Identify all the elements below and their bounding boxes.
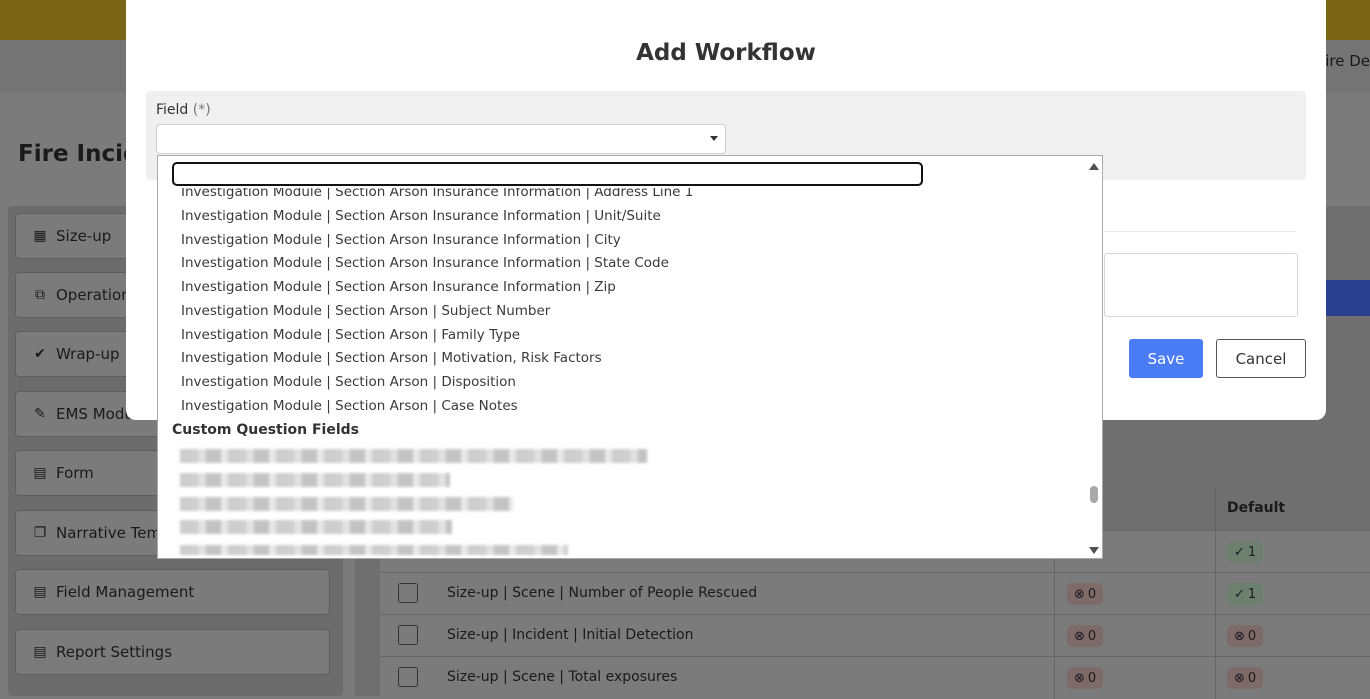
dropdown-option-redacted[interactable] [180,545,568,555]
sidebar-item-label: Operation [56,286,131,304]
dropdown-option[interactable]: Investigation Module | Section Arson Ins… [181,255,669,271]
field-label: Field (*) [156,102,211,118]
dashboard-icon: ▦ [33,228,47,244]
scroll-down-icon[interactable] [1089,547,1099,554]
dropdown-option[interactable]: Investigation Module | Section Arson | M… [181,350,602,366]
field-select[interactable] [156,124,726,154]
dropdown-option[interactable]: Investigation Module | Section Arson | S… [181,303,550,319]
dropdown-option[interactable]: Investigation Module | Section Arson Ins… [181,208,661,224]
document-settings-icon: ▤ [33,644,47,660]
status-badge: ⊗ 0 [1227,625,1264,647]
check-circle-icon: ✔ [34,346,46,362]
status-badge: ✓ 1 [1227,583,1264,605]
x-circle-icon: ⊗ [1074,628,1085,644]
dropdown-option[interactable]: Investigation Module | Section Arson | C… [181,398,518,414]
dropdown-option-redacted[interactable] [180,449,647,463]
divider [1104,231,1296,232]
dropdown-scrollbar[interactable] [1086,156,1102,558]
field-dropdown: Investigation Module | Section Arson Ins… [157,155,1103,559]
map-icon: ⧉ [35,287,45,303]
check-circle-icon: ✓ [1234,544,1245,560]
dropdown-option-redacted[interactable] [180,497,513,511]
status-badge: ⊗ 0 [1067,625,1104,647]
modal-title: Add Workflow [636,40,816,66]
scrollbar-thumb[interactable] [1090,486,1098,503]
description-textarea[interactable] [1104,253,1298,317]
dropdown-option-redacted[interactable] [180,520,452,534]
cancel-button[interactable]: Cancel [1216,339,1306,378]
check-circle-icon: ✓ [1234,586,1245,602]
sidebar-item-label: Narrative Temp [56,524,171,542]
x-circle-icon: ⊗ [1234,670,1245,686]
table-row: Size-up | Incident | Initial Detection ⊗… [380,614,1370,657]
sidebar-item-report-settings[interactable]: ▤ Report Settings [15,629,330,675]
status-badge: ⊗ 0 [1227,667,1264,689]
status-badge: ⊗ 0 [1067,667,1104,689]
x-circle-icon: ⊗ [1234,628,1245,644]
scroll-up-icon[interactable] [1089,163,1099,170]
syringe-icon: ✎ [34,406,46,422]
sidebar-item-label: EMS Modu [56,405,134,423]
dropdown-option[interactable]: Investigation Module | Section Arson | D… [181,374,516,390]
document-gear-icon: ▤ [33,584,47,600]
sidebar-item-label: Size-up [56,227,112,245]
table-row: Size-up | Scene | Total exposures ⊗ 0 ⊗ 0 [380,656,1370,699]
dropdown-option-redacted[interactable] [180,473,450,487]
document-icon: ▤ [33,465,47,481]
dropdown-group-label: Custom Question Fields [172,422,360,438]
status-badge: ✓ 1 [1227,541,1264,563]
dropdown-option[interactable]: Investigation Module | Section Arson | F… [181,327,520,343]
row-checkbox[interactable] [398,625,418,645]
copy-icon: ❐ [33,525,47,541]
dropdown-option[interactable]: Investigation Module | Section Arson Ins… [181,232,621,248]
column-header-default: Default [1215,486,1370,530]
dropdown-option[interactable]: Investigation Module | Section Arson Ins… [181,279,616,295]
row-checkbox[interactable] [398,583,418,603]
dropdown-search-input[interactable] [172,162,923,186]
x-circle-icon: ⊗ [1074,670,1085,686]
dropdown-options-list[interactable]: Investigation Module | Section Arson Ins… [158,156,1088,558]
sidebar-item-field-management[interactable]: ▤ Field Management [15,569,330,615]
x-circle-icon: ⊗ [1074,586,1085,602]
row-checkbox[interactable] [398,667,418,687]
sidebar-item-label: Field Management [56,583,195,601]
sidebar-item-label: Wrap-up [56,345,120,363]
save-button[interactable]: Save [1129,339,1203,378]
status-badge: ⊗ 0 [1067,583,1104,605]
sidebar-item-label: Report Settings [56,643,173,661]
table-row: Size-up | Scene | Number of People Rescu… [380,572,1370,615]
sidebar-item-label: Form [56,464,94,482]
chevron-down-icon [710,136,718,141]
required-marker: (*) [192,102,211,118]
